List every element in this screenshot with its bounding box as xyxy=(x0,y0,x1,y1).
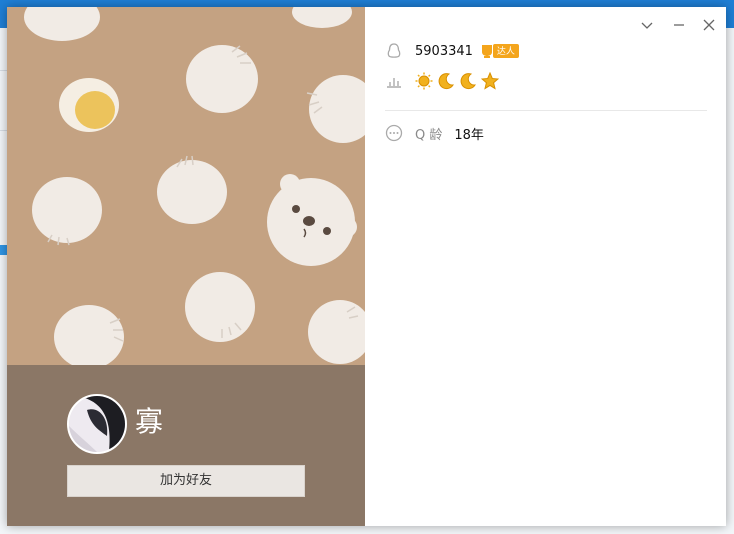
avatar[interactable] xyxy=(67,394,127,454)
badge-label: 达人 xyxy=(492,44,519,58)
sun-icon xyxy=(415,72,433,90)
profile-cover-panel: 寡 加为好友 xyxy=(7,7,365,526)
add-friend-button[interactable]: 加为好友 xyxy=(67,465,305,497)
nickname: 寡 xyxy=(135,405,164,438)
more-circle-icon xyxy=(385,124,403,142)
chevron-down-icon[interactable] xyxy=(639,17,655,33)
divider xyxy=(385,110,707,111)
qq-number-row: 5903341 达人 xyxy=(385,41,519,61)
moon-icon xyxy=(438,73,454,90)
talent-badge[interactable]: 达人 xyxy=(481,44,519,59)
penguin-icon xyxy=(385,42,403,60)
star-icon xyxy=(481,72,499,90)
q-age-value: 18年 xyxy=(454,127,484,143)
q-age-row: Q 龄 18年 xyxy=(385,123,484,143)
profile-summary: 寡 加为好友 xyxy=(7,365,365,526)
level-icons[interactable] xyxy=(415,72,499,90)
profile-card: 寡 加为好友 5903341 达人 Q 龄 18年 xyxy=(7,7,726,526)
close-icon[interactable] xyxy=(701,17,717,33)
cover-pattern xyxy=(7,7,365,365)
qq-number: 5903341 xyxy=(415,43,473,59)
avatar-photo-icon xyxy=(69,396,125,452)
minimize-icon[interactable] xyxy=(671,17,687,33)
profile-info-panel: 5903341 达人 Q 龄 18年 xyxy=(365,7,726,526)
q-age-label: Q 龄 xyxy=(415,127,443,143)
trophy-icon xyxy=(481,44,492,58)
level-row xyxy=(385,71,499,91)
moon-icon xyxy=(460,73,476,90)
level-chart-icon xyxy=(385,72,403,90)
